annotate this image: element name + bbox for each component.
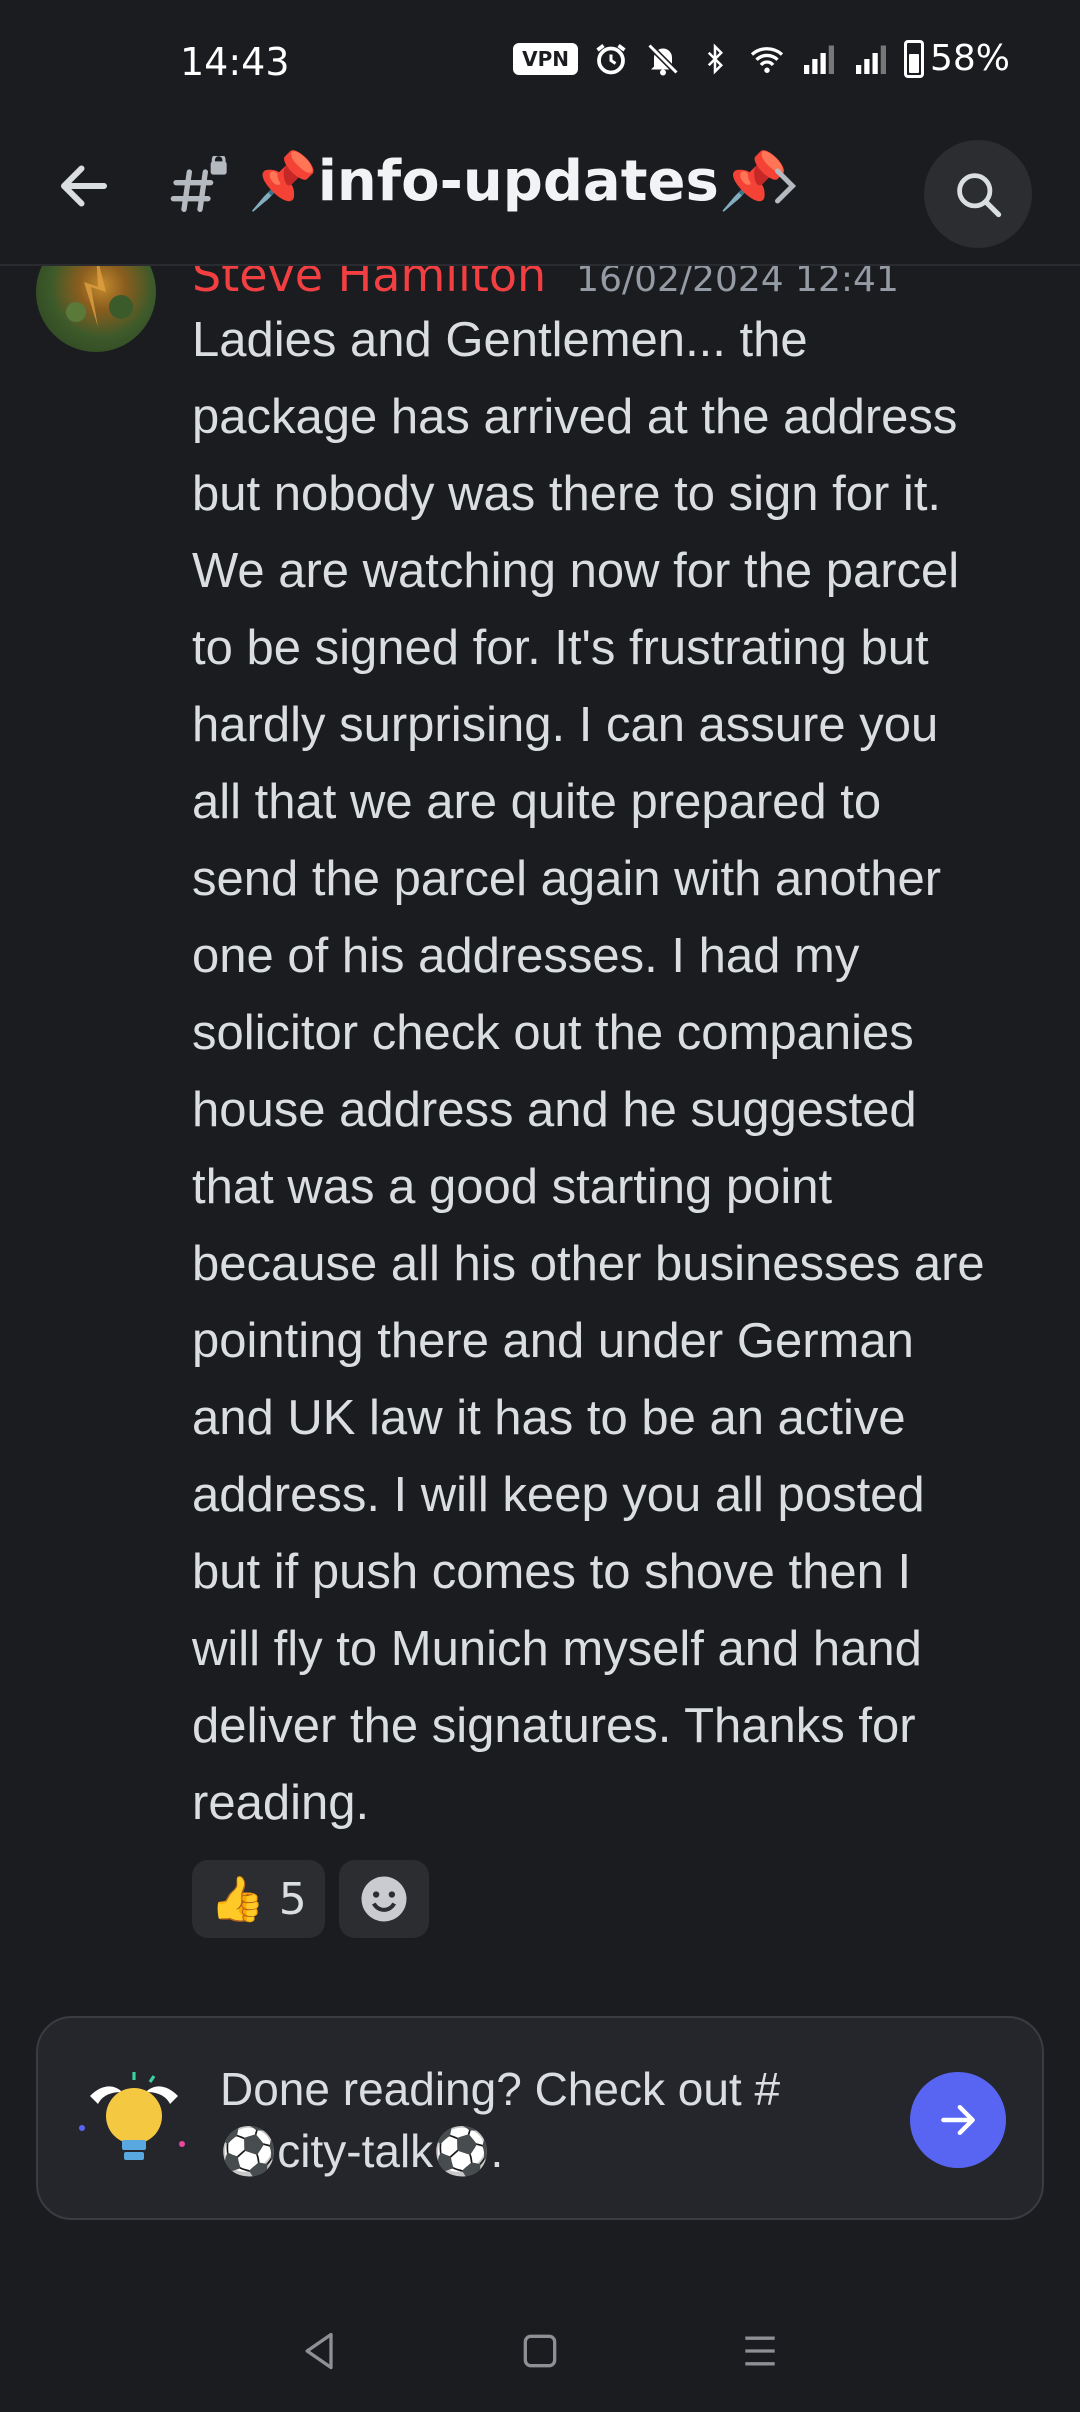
message: Steve Hamilton 16/02/2024 12:41 Ladies a… bbox=[0, 266, 1080, 1966]
message-body: Ladies and Gentlemen... the package has … bbox=[192, 302, 1052, 1842]
chevron-right-icon[interactable] bbox=[770, 166, 800, 206]
message-line: to be signed for. It's frustrating but bbox=[192, 621, 929, 675]
message-header: Steve Hamilton 16/02/2024 12:41 bbox=[192, 266, 899, 302]
message-line: one of his addresses. I had my bbox=[192, 929, 860, 983]
add-reaction-button[interactable] bbox=[338, 1860, 429, 1938]
message-line: deliver the signatures. Thanks for bbox=[192, 1699, 916, 1753]
back-arrow-icon bbox=[61, 165, 107, 207]
message-line: and UK law it has to be an active bbox=[192, 1391, 906, 1445]
locked-channel-icon bbox=[170, 156, 227, 212]
message-line: send the parcel again with another bbox=[192, 852, 942, 906]
vpn-icon: VPN bbox=[513, 42, 578, 75]
status-time: 14:43 bbox=[180, 40, 290, 84]
message-line: solicitor check out the companies bbox=[192, 1006, 914, 1060]
message-line: package has arrived at the address bbox=[192, 390, 958, 444]
nav-home-icon bbox=[523, 2334, 557, 2368]
status-bar: 14:43 VPN 58% bbox=[0, 0, 1080, 120]
message-line: because all his other businesses are bbox=[192, 1237, 985, 1291]
alarm-icon bbox=[592, 40, 630, 78]
status-icons: VPN 58% bbox=[513, 38, 1010, 79]
thumbs-up-icon: 👍 bbox=[210, 1874, 265, 1925]
message-line: house address and he suggested bbox=[192, 1083, 917, 1137]
message-line: reading. bbox=[192, 1776, 370, 1830]
message-line: but if push comes to shove then I bbox=[192, 1545, 912, 1599]
wifi-icon bbox=[748, 40, 786, 78]
reactions: 👍 5 bbox=[192, 1860, 429, 1938]
next-channel-card[interactable]: Done reading? Check out # ⚽city-talk⚽. bbox=[36, 2016, 1044, 2220]
message-line: but nobody was there to sign for it. bbox=[192, 467, 942, 521]
signal-icon-1 bbox=[800, 40, 838, 78]
add-reaction-icon bbox=[361, 1876, 407, 1922]
signal-icon-2 bbox=[852, 40, 890, 78]
message-line: address. I will keep you all posted bbox=[192, 1468, 925, 1522]
nav-home-button[interactable] bbox=[510, 2321, 570, 2381]
search-icon bbox=[957, 173, 1002, 218]
channel-header: 📌info-updates📌 bbox=[0, 120, 1080, 266]
battery-fill bbox=[908, 53, 919, 73]
battery-icon bbox=[903, 39, 924, 78]
message-timestamp: 16/02/2024 12:41 bbox=[576, 266, 899, 300]
battery-percent: 58% bbox=[929, 38, 1010, 79]
channel-title[interactable]: 📌info-updates📌 bbox=[248, 148, 789, 214]
message-line: all that we are quite prepared to bbox=[192, 775, 882, 829]
nav-back-icon bbox=[305, 2332, 333, 2370]
message-line: hardly surprising. I can assure you bbox=[192, 698, 939, 752]
system-nav-bar bbox=[0, 2290, 1080, 2412]
message-line: Ladies and Gentlemen... the bbox=[192, 313, 808, 367]
next-channel-name: ⚽city-talk⚽. bbox=[220, 2125, 504, 2177]
reaction-count: 5 bbox=[278, 1873, 307, 1925]
next-channel-text: Done reading? Check out # ⚽city-talk⚽. bbox=[220, 2058, 820, 2182]
message-line: pointing there and under German bbox=[192, 1314, 914, 1368]
search-button[interactable] bbox=[924, 140, 1032, 248]
lightbulb-icon bbox=[79, 2072, 185, 2160]
next-channel-line: Done reading? Check out # bbox=[220, 2063, 781, 2115]
mute-icon bbox=[644, 40, 682, 78]
nav-back-button[interactable] bbox=[290, 2321, 350, 2381]
avatar[interactable] bbox=[36, 266, 156, 352]
nav-recents-button[interactable] bbox=[730, 2321, 790, 2381]
message-line: will fly to Munich myself and hand bbox=[192, 1622, 922, 1676]
screen: 14:43 VPN 58% Steve Hamilton 16/02/2024 … bbox=[0, 0, 1080, 2412]
battery-indicator: 58% bbox=[903, 38, 1010, 79]
arrow-right-icon bbox=[941, 2104, 975, 2136]
go-next-channel-button[interactable] bbox=[910, 2072, 1006, 2168]
message-line: that was a good starting point bbox=[192, 1160, 833, 1214]
message-line: We are watching now for the parcel bbox=[192, 544, 960, 598]
reaction-thumbs-up[interactable]: 👍 5 bbox=[192, 1860, 325, 1938]
back-button[interactable] bbox=[48, 150, 120, 222]
bluetooth-icon bbox=[696, 40, 734, 78]
nav-menu-icon bbox=[745, 2336, 775, 2366]
message-author[interactable]: Steve Hamilton bbox=[192, 266, 546, 302]
